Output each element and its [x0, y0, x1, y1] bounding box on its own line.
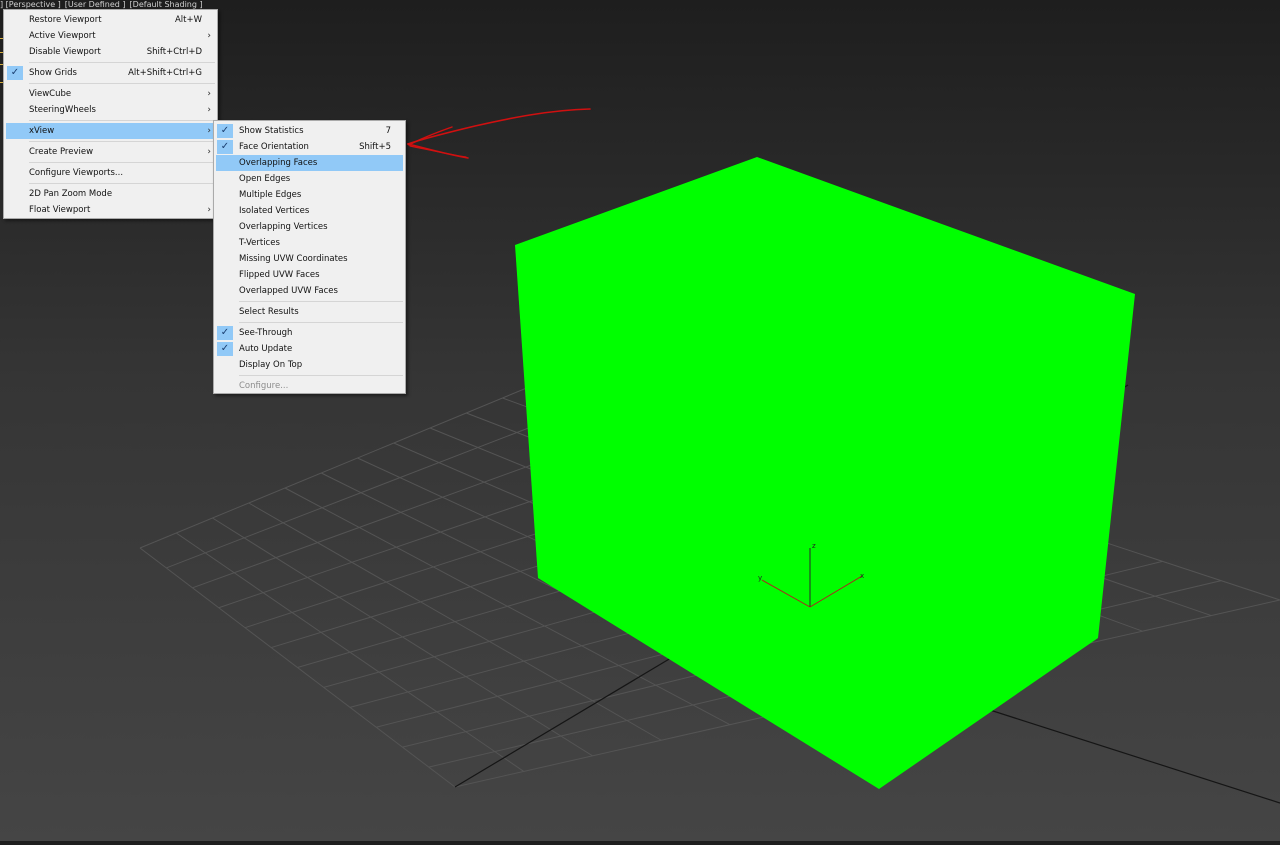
viewport-context-menu: Restore Viewport Alt+W Active Viewport ›… — [3, 9, 218, 219]
green-box-object[interactable] — [515, 157, 1135, 789]
menu-item-configure-viewports[interactable]: Configure Viewports... — [4, 165, 217, 181]
menu-item-shortcut: Shift+Ctrl+D — [146, 47, 202, 57]
menu-item-shortcut: Shift+5 — [359, 142, 391, 152]
menu-separator — [29, 141, 215, 142]
menu-separator — [239, 375, 403, 376]
menu-item-label: Restore Viewport — [29, 15, 102, 25]
checkmark-icon: ✓ — [217, 140, 233, 154]
menu-item-select-results[interactable]: Select Results — [214, 304, 405, 320]
menu-item-label: Float Viewport — [29, 205, 91, 215]
menu-item-create-preview[interactable]: Create Preview › — [4, 144, 217, 160]
checkmark-icon: ✓ — [217, 342, 233, 356]
menu-separator — [239, 301, 403, 302]
gizmo-y-label: y — [758, 574, 762, 582]
menu-separator — [239, 322, 403, 323]
menu-item-configure: Configure... — [214, 378, 405, 394]
chevron-right-icon: › — [207, 31, 211, 41]
menu-item-display-on-top[interactable]: Display On Top — [214, 357, 405, 373]
menu-item-float-viewport[interactable]: Float Viewport › — [4, 202, 217, 218]
chevron-right-icon: › — [207, 105, 211, 115]
chevron-right-icon: › — [207, 89, 211, 99]
menu-item-label: SteeringWheels — [29, 105, 96, 115]
menu-item-label: Overlapping Faces — [239, 158, 318, 168]
gizmo-x-label: x — [860, 572, 864, 580]
menu-item-label: T-Vertices — [239, 238, 280, 248]
menu-item-label: Configure Viewports... — [29, 168, 124, 178]
menu-item-viewcube[interactable]: ViewCube › — [4, 86, 217, 102]
menu-item-label: Configure... — [239, 381, 289, 391]
gizmo-z-label: z — [812, 542, 816, 550]
menu-item-label: Overlapping Vertices — [239, 222, 328, 232]
menu-item-open-edges[interactable]: Open Edges — [214, 171, 405, 187]
menu-item-steeringwheels[interactable]: SteeringWheels › — [4, 102, 217, 118]
menu-item-xview[interactable]: xView › — [6, 123, 215, 139]
menu-item-shortcut: Alt+W — [174, 15, 202, 25]
menu-item-t-vertices[interactable]: T-Vertices — [214, 235, 405, 251]
menu-item-show-statistics[interactable]: ✓ Show Statistics 7 — [214, 123, 405, 139]
menu-item-overlapping-vertices[interactable]: Overlapping Vertices — [214, 219, 405, 235]
menu-item-multiple-edges[interactable]: Multiple Edges — [214, 187, 405, 203]
menu-item-label: Show Grids — [29, 68, 77, 78]
menu-item-label: xView — [29, 126, 55, 136]
chevron-right-icon: › — [207, 147, 211, 157]
checkmark-icon: ✓ — [217, 326, 233, 340]
menu-item-auto-update[interactable]: ✓ Auto Update — [214, 341, 405, 357]
menu-item-label: Multiple Edges — [239, 190, 302, 200]
menu-separator — [29, 83, 215, 84]
menu-item-restore-viewport[interactable]: Restore Viewport Alt+W — [4, 12, 217, 28]
menu-item-label: 2D Pan Zoom Mode — [29, 189, 113, 199]
menu-item-label: Overlapped UVW Faces — [239, 286, 338, 296]
menu-item-label: See-Through — [239, 328, 293, 338]
menu-item-disable-viewport[interactable]: Disable Viewport Shift+Ctrl+D — [4, 44, 217, 60]
viewport-label-shading[interactable]: [Default Shading ] — [130, 0, 203, 9]
menu-item-label: Select Results — [239, 307, 299, 317]
menu-item-missing-uvw-coordinates[interactable]: Missing UVW Coordinates — [214, 251, 405, 267]
menu-item-label: Create Preview — [29, 147, 94, 157]
menu-item-label: Flipped UVW Faces — [239, 270, 320, 280]
checkmark-icon: ✓ — [217, 124, 233, 138]
menu-item-face-orientation[interactable]: ✓ Face Orientation Shift+5 — [214, 139, 405, 155]
menu-item-shortcut: 7 — [385, 126, 391, 136]
menu-item-label: Face Orientation — [239, 142, 309, 152]
checkmark-icon: ✓ — [7, 66, 23, 80]
menu-item-label: Display On Top — [239, 360, 303, 370]
chevron-right-icon: › — [207, 126, 211, 136]
chevron-right-icon: › — [207, 205, 211, 215]
menu-item-label: Show Statistics — [239, 126, 304, 136]
menu-item-show-grids[interactable]: ✓ Show Grids Alt+Shift+Ctrl+G — [4, 65, 217, 81]
menu-item-overlapping-faces[interactable]: Overlapping Faces — [216, 155, 403, 171]
menu-item-label: Auto Update — [239, 344, 293, 354]
menu-item-label: Active Viewport — [29, 31, 96, 41]
menu-item-shortcut: Alt+Shift+Ctrl+G — [128, 68, 202, 78]
menu-item-label: ViewCube — [29, 89, 72, 99]
menu-separator — [29, 162, 215, 163]
menu-item-label: Open Edges — [239, 174, 291, 184]
menu-item-overlapped-uvw-faces[interactable]: Overlapped UVW Faces — [214, 283, 405, 299]
menu-item-label: Disable Viewport — [29, 47, 101, 57]
menu-item-label: Isolated Vertices — [239, 206, 310, 216]
menu-separator — [29, 62, 215, 63]
xview-submenu: ✓ Show Statistics 7 ✓ Face Orientation S… — [213, 120, 406, 394]
menu-item-label: Missing UVW Coordinates — [239, 254, 348, 264]
menu-item-see-through[interactable]: ✓ See-Through — [214, 325, 405, 341]
viewport-label-perspective[interactable]: ] [Perspective ] — [0, 0, 61, 9]
menu-item-2d-pan-zoom-mode[interactable]: 2D Pan Zoom Mode — [4, 186, 217, 202]
menu-separator — [29, 120, 215, 121]
viewport-label-user-defined[interactable]: [User Defined ] — [65, 0, 126, 9]
menu-separator — [29, 183, 215, 184]
menu-item-isolated-vertices[interactable]: Isolated Vertices — [214, 203, 405, 219]
menu-item-active-viewport[interactable]: Active Viewport › — [4, 28, 217, 44]
menu-item-flipped-uvw-faces[interactable]: Flipped UVW Faces — [214, 267, 405, 283]
